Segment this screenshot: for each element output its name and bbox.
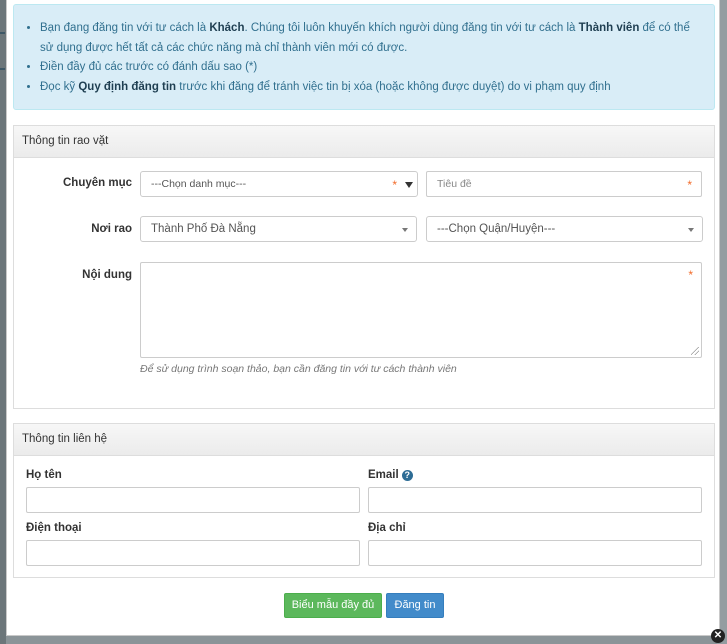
address-label: Địa chỉ [368,522,406,534]
backdrop-mark [0,32,5,34]
category-label: Chuyên mục [62,177,132,189]
phone-input[interactable] [26,540,360,566]
listing-panel-title: Thông tin rao vặt [14,126,714,158]
email-input[interactable] [368,487,702,513]
content-label: Nội dung [82,269,132,281]
contact-info-panel: Thông tin liên hệ Họ tên Email? Điện tho… [13,423,715,578]
city-select[interactable]: Thành Phố Đà Nẵng [140,216,417,242]
required-mark: * [688,268,693,282]
district-select[interactable]: ---Chọn Quận/Huyện--- [426,216,703,242]
contact-panel-title: Thông tin liên hệ [14,424,714,456]
chevron-down-icon [688,228,694,232]
phone-label: Điện thoại [26,522,82,534]
listing-info-panel: Thông tin rao vặt Chuyên mục ---Chọn dan… [13,125,715,409]
category-select[interactable]: ---Chọn danh mục--- * [140,171,418,197]
dropdown-arrow-icon [405,182,413,188]
question-circle-icon[interactable]: ? [401,470,413,481]
post-listing-modal: Bạn đang đăng tin với tư cách là Khách. … [6,0,720,636]
email-label: Email? [368,469,413,481]
notice-item-guest: Bạn đang đăng tin với tư cách là Khách. … [40,19,704,58]
backdrop-mark [0,68,5,70]
resize-handle-icon[interactable] [691,347,699,355]
title-input[interactable]: Tiêu đề * [426,171,702,197]
submit-button[interactable]: Đăng tin [386,593,444,618]
name-label: Họ tên [26,469,62,481]
name-input[interactable] [26,487,360,513]
notice-item-required: Điền đầy đủ các trước có đánh dấu sao (*… [40,58,704,78]
location-label: Nơi rao [91,223,132,235]
required-mark: * [392,178,397,192]
guest-notice-alert: Bạn đang đăng tin với tư cách là Khách. … [13,4,715,110]
rules-link[interactable]: Quy định đăng tin [78,81,176,93]
chevron-down-icon [402,228,408,232]
required-mark: * [687,178,692,192]
editor-hint: Để sử dụng trình soạn thảo, bạn cần đăng… [140,363,457,375]
close-icon[interactable]: ✕ [711,629,725,643]
content-textarea[interactable]: * [140,262,702,358]
address-input[interactable] [368,540,702,566]
full-form-button[interactable]: Biểu mẫu đầy đủ [284,593,382,618]
notice-item-rules: Đọc kỹ Quy định đăng tin trước khi đăng … [40,78,704,98]
